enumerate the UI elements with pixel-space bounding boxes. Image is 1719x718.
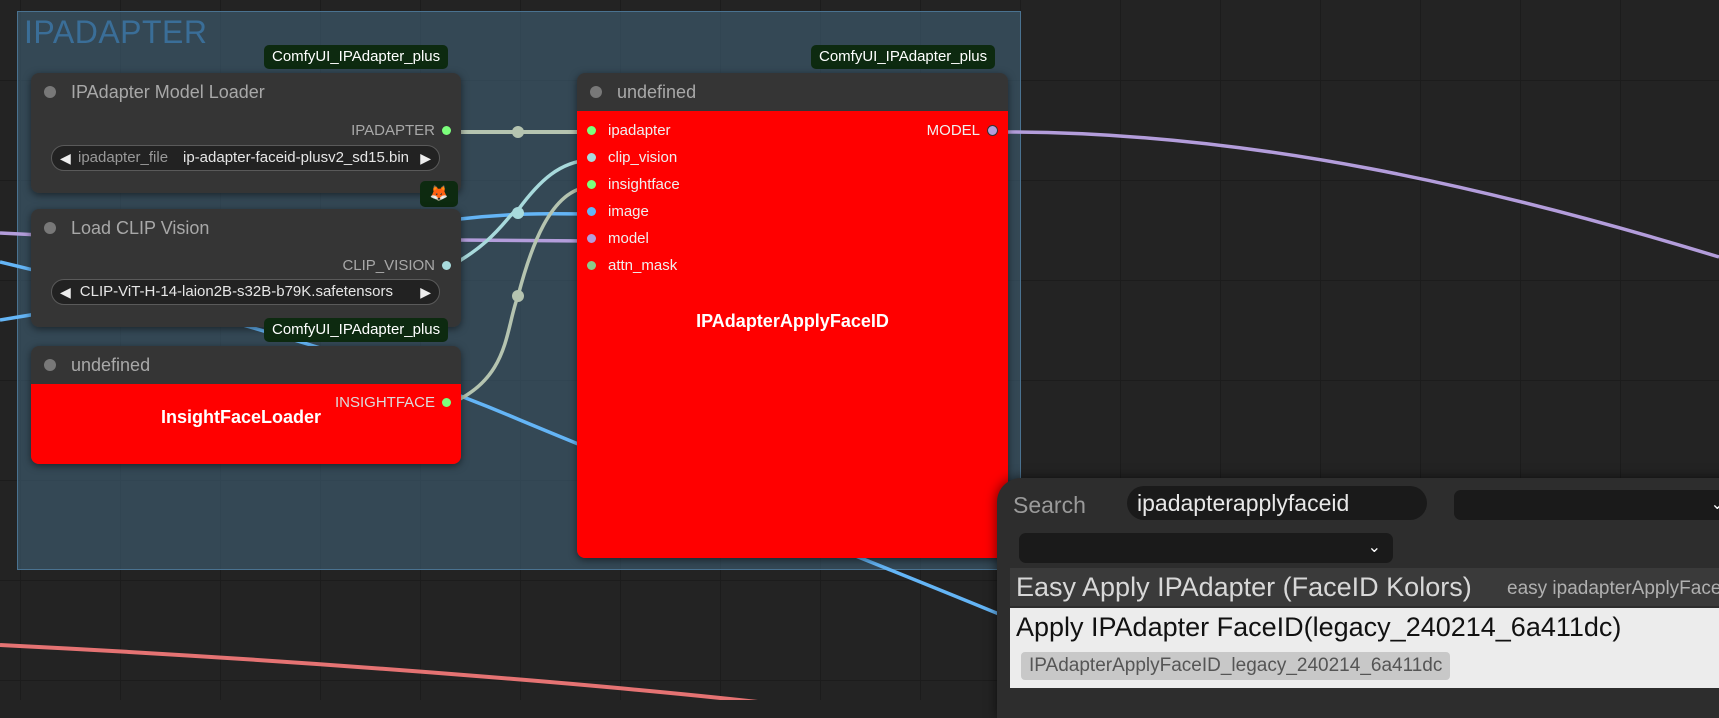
output-label: CLIP_VISION (342, 257, 435, 274)
type-filter-select[interactable]: ⌄ (1019, 533, 1393, 563)
search-input[interactable] (1127, 486, 1427, 520)
combo-left-arrow-icon[interactable]: ◀ (60, 146, 71, 170)
node-header[interactable]: undefined (577, 73, 1008, 111)
wire-latent (0, 643, 758, 700)
input-label: model (608, 230, 649, 247)
input-slot-model[interactable]: model (587, 229, 649, 249)
wire-ipadapter-midpoint (512, 126, 524, 138)
node-body: CLIP_VISION ◀ CLIP-ViT-H-14-laion2B-s32B… (31, 247, 461, 327)
load-clip-vision-node[interactable]: Load CLIP Vision CLIP_VISION ◀ CLIP-ViT-… (31, 209, 461, 327)
combo-right-arrow-icon[interactable]: ▶ (420, 280, 431, 304)
node-title: IPAdapter Model Loader (71, 82, 265, 102)
node-search-dialog[interactable]: Search ⌄ ⌄ Easy Apply IPAdapter (FaceID … (997, 478, 1719, 718)
wire-model-out (991, 130, 1719, 259)
ipadapter-apply-faceid-node[interactable]: undefined ipadapter clip_vision insightf… (577, 73, 1008, 558)
slot-dot[interactable] (442, 125, 451, 135)
ipadapter-model-loader-node[interactable]: IPAdapter Model Loader IPADAPTER ◀ ipada… (31, 73, 461, 193)
node-header[interactable]: undefined (31, 346, 461, 384)
wire-clip-vision-midpoint (512, 207, 524, 219)
input-label: attn_mask (608, 257, 678, 274)
wire-model-in (454, 238, 590, 243)
fox-icon: 🦊 (420, 181, 458, 207)
node-title: undefined (71, 355, 151, 375)
output-label: IPADAPTER (351, 122, 435, 139)
node-source-badge: ComfyUI_IPAdapter_plus (264, 45, 449, 69)
node-type-label: InsightFaceLoader (160, 407, 322, 427)
node-title: Load CLIP Vision (71, 218, 210, 238)
slot-dot[interactable] (587, 152, 596, 162)
combo-value: ip-adapter-faceid-plusv2_sd15.bin (183, 149, 409, 166)
input-label: image (608, 203, 649, 220)
combo-value: CLIP-ViT-H-14-laion2B-s32B-b79K.safetens… (79, 283, 393, 300)
node-header[interactable]: Load CLIP Vision (31, 209, 461, 247)
output-label: MODEL (926, 122, 980, 139)
node-header[interactable]: IPAdapter Model Loader (31, 73, 461, 111)
output-slot-ipadapter[interactable]: IPADAPTER (351, 121, 451, 141)
combo-right-arrow-icon[interactable]: ▶ (420, 146, 431, 170)
search-result-item[interactable]: Easy Apply IPAdapter (FaceID Kolors) eas… (1010, 568, 1719, 606)
node-type-label: IPAdapterApplyFaceID (696, 311, 889, 331)
node-source-badge: ComfyUI_IPAdapter_plus (264, 318, 449, 342)
collapse-dot[interactable] (590, 86, 602, 98)
input-label: ipadapter (608, 122, 671, 139)
combo-left-arrow-icon[interactable]: ◀ (60, 280, 71, 304)
clip-name-combo[interactable]: ◀ CLIP-ViT-H-14-laion2B-s32B-b79K.safete… (51, 279, 440, 305)
input-label: insightface (608, 176, 680, 193)
result-type: IPAdapterApplyFaceID_legacy_240214_6a411… (1021, 652, 1451, 680)
slot-dot[interactable] (587, 260, 596, 270)
input-slot-clip-vision[interactable]: clip_vision (587, 148, 677, 168)
node-body: ipadapter clip_vision insightface image … (577, 111, 1008, 558)
wire-insightface-midpoint (512, 290, 524, 302)
output-slot-model[interactable]: MODEL (927, 121, 998, 141)
search-result-item-selected[interactable]: Apply IPAdapter FaceID(legacy_240214_6a4… (1010, 608, 1719, 688)
slot-dot[interactable] (987, 124, 998, 136)
node-title: undefined (617, 82, 697, 102)
collapse-dot[interactable] (44, 222, 56, 234)
slot-dot[interactable] (587, 179, 596, 189)
node-source-badge: ComfyUI_IPAdapter_plus (811, 45, 996, 69)
ipadapter-file-combo[interactable]: ◀ ipadapter_file ip-adapter-faceid-plusv… (51, 145, 440, 171)
node-body: INSIGHTFACE InsightFaceLoader (31, 384, 461, 464)
slot-dot[interactable] (587, 233, 596, 243)
slot-dot[interactable] (587, 206, 596, 216)
category-filter-select[interactable]: ⌄ (1454, 490, 1719, 520)
input-label: clip_vision (608, 149, 678, 166)
collapse-dot[interactable] (44, 359, 56, 371)
wire-image (459, 211, 590, 221)
input-slot-attn-mask[interactable]: attn_mask (587, 256, 677, 276)
chevron-down-icon: ⌄ (1710, 496, 1719, 513)
chevron-down-icon: ⌄ (1367, 539, 1381, 556)
slot-dot[interactable] (442, 260, 451, 270)
input-slot-ipadapter[interactable]: ipadapter (587, 121, 671, 141)
input-slot-image[interactable]: image (587, 202, 649, 222)
input-slot-insightface[interactable]: insightface (587, 175, 680, 195)
slot-dot[interactable] (442, 397, 451, 407)
slot-dot[interactable] (587, 125, 596, 135)
search-label: Search (1013, 492, 1086, 518)
result-type: easy ipadapterApplyFaceIDKolors (1507, 578, 1719, 599)
collapse-dot[interactable] (44, 86, 56, 98)
insightface-loader-node[interactable]: undefined INSIGHTFACE InsightFaceLoader (31, 346, 461, 464)
result-name: Apply IPAdapter FaceID(legacy_240214_6a4… (1016, 612, 1622, 642)
output-slot-clip-vision[interactable]: CLIP_VISION (342, 256, 451, 276)
combo-label: ipadapter_file (78, 149, 169, 166)
result-name: Easy Apply IPAdapter (FaceID Kolors) (1016, 572, 1472, 602)
node-body: IPADAPTER ◀ ipadapter_file ip-adapter-fa… (31, 111, 461, 193)
